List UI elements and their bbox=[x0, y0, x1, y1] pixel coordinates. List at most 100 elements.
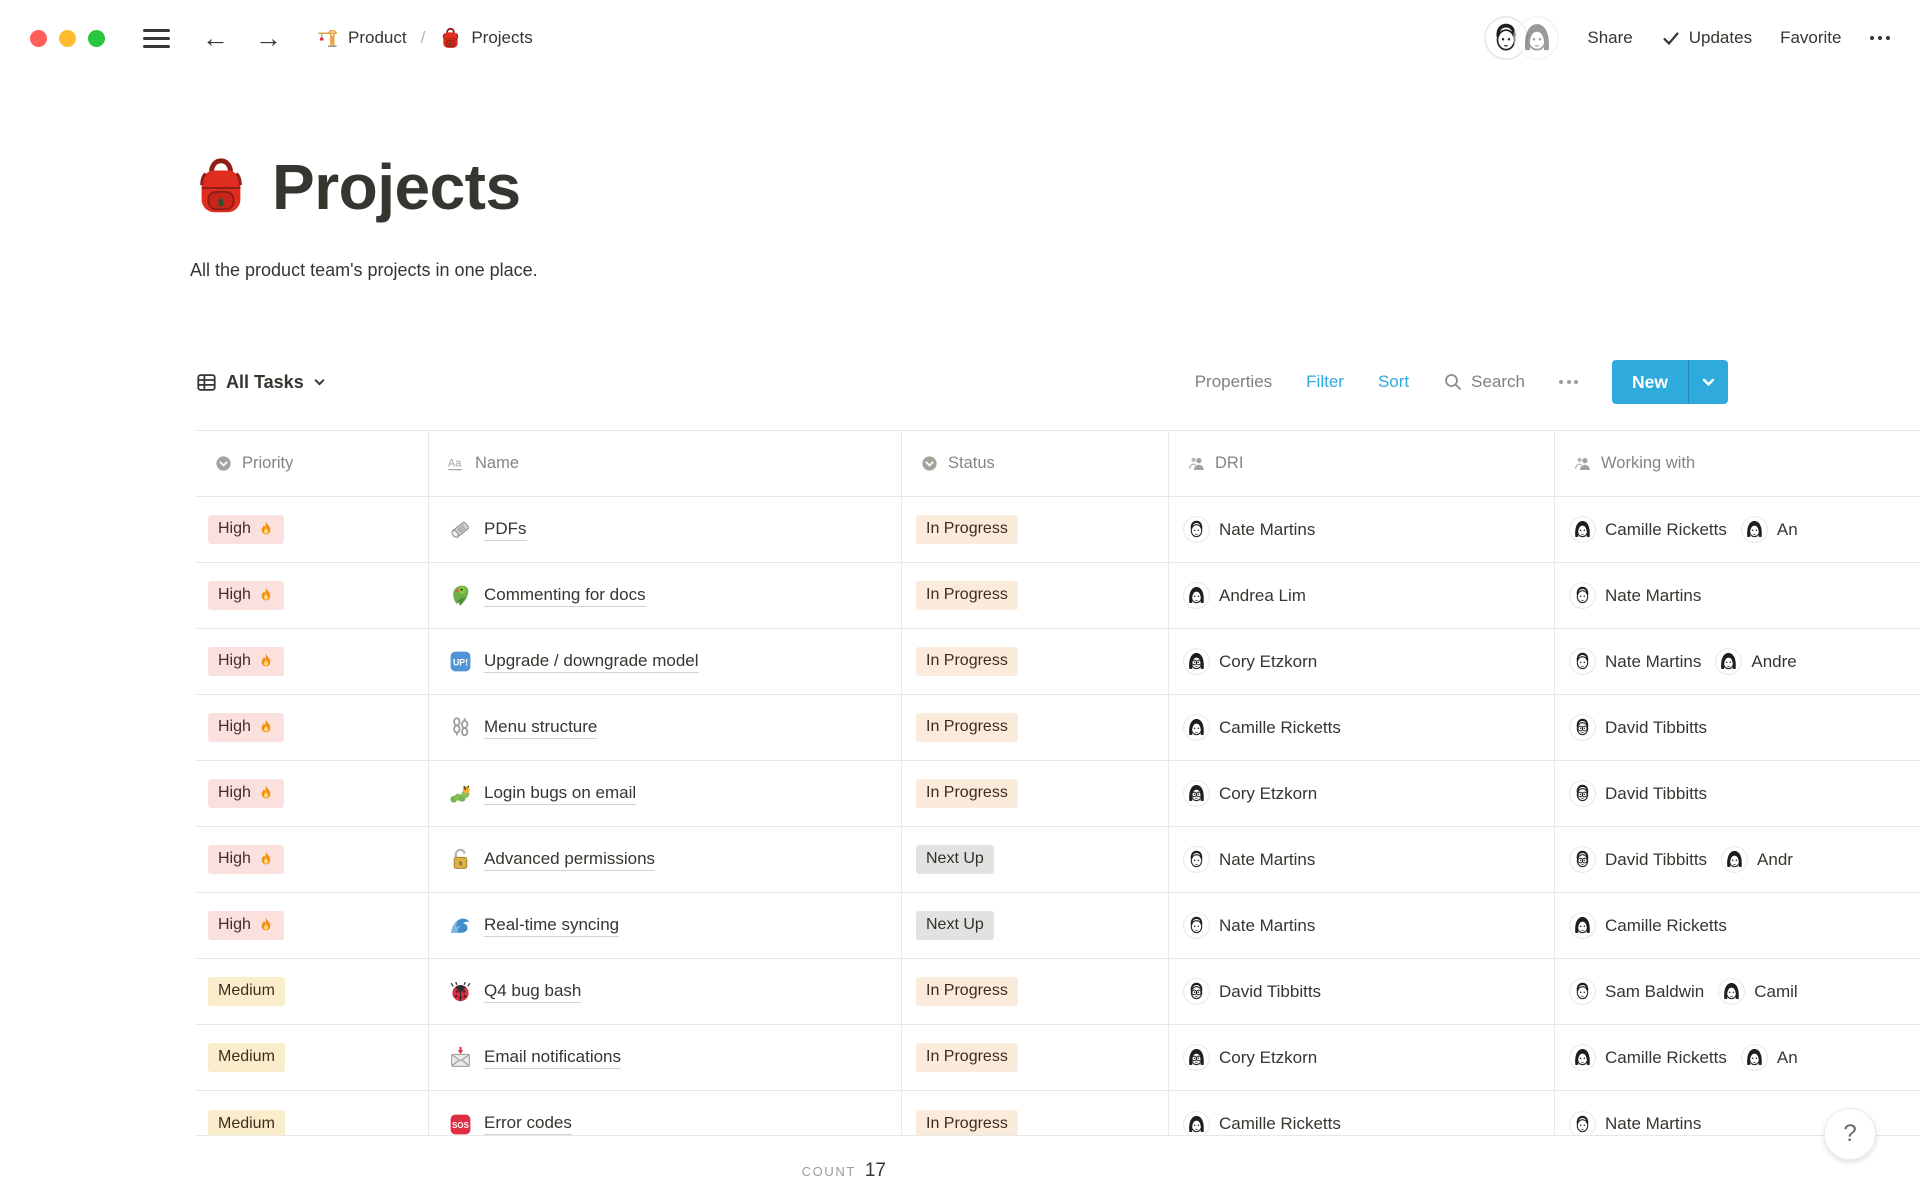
favorite-button[interactable]: Favorite bbox=[1780, 28, 1841, 48]
person-tag[interactable]: Camille Ricketts bbox=[1569, 1044, 1727, 1071]
person-tag[interactable]: Camil bbox=[1718, 978, 1797, 1005]
priority-cell[interactable]: High bbox=[196, 893, 429, 958]
name-cell[interactable]: SOSError codes bbox=[429, 1091, 902, 1135]
person-tag[interactable]: An bbox=[1741, 516, 1798, 543]
person-tag[interactable]: David Tibbitts bbox=[1183, 978, 1321, 1005]
priority-cell[interactable]: Medium bbox=[196, 959, 429, 1024]
page-description[interactable]: All the product team's projects in one p… bbox=[190, 258, 1920, 282]
person-tag[interactable]: Nate Martins bbox=[1183, 846, 1315, 873]
person-tag[interactable]: Andrea Lim bbox=[1183, 582, 1306, 609]
name-cell[interactable]: Email notifications bbox=[429, 1025, 902, 1090]
person-tag[interactable]: David Tibbitts bbox=[1569, 714, 1707, 741]
status-cell[interactable]: In Progress bbox=[902, 629, 1169, 694]
dri-cell[interactable]: Cory Etzkorn bbox=[1169, 761, 1555, 826]
status-cell[interactable]: In Progress bbox=[902, 761, 1169, 826]
help-button[interactable]: ? bbox=[1824, 1108, 1876, 1160]
person-tag[interactable]: David Tibbitts bbox=[1569, 780, 1707, 807]
person-tag[interactable]: Camille Ricketts bbox=[1569, 912, 1727, 939]
sort-button[interactable]: Sort bbox=[1378, 372, 1409, 392]
name-cell[interactable]: UP!Upgrade / downgrade model bbox=[429, 629, 902, 694]
working-with-cell[interactable]: David TibbittsAndr bbox=[1555, 827, 1920, 892]
status-cell[interactable]: Next Up bbox=[902, 893, 1169, 958]
chevron-down-icon[interactable] bbox=[1688, 360, 1728, 404]
status-cell[interactable]: In Progress bbox=[902, 959, 1169, 1024]
status-cell[interactable]: Next Up bbox=[902, 827, 1169, 892]
working-with-cell[interactable]: Sam Baldwin Camil bbox=[1555, 959, 1920, 1024]
person-tag[interactable]: Andre bbox=[1715, 648, 1796, 675]
filter-button[interactable]: Filter bbox=[1306, 372, 1344, 392]
person-tag[interactable]: Nate Martins bbox=[1569, 648, 1701, 675]
page-link[interactable]: Email notifications bbox=[484, 1047, 621, 1069]
priority-cell[interactable]: High bbox=[196, 563, 429, 628]
name-cell[interactable]: Real-time syncing bbox=[429, 893, 902, 958]
working-with-cell[interactable]: Camille Ricketts An bbox=[1555, 1025, 1920, 1090]
priority-cell[interactable]: High bbox=[196, 497, 429, 562]
person-tag[interactable]: Camille Ricketts bbox=[1569, 516, 1727, 543]
column-header-working[interactable]: Working with bbox=[1555, 431, 1920, 496]
new-button-label[interactable]: New bbox=[1612, 360, 1688, 404]
priority-cell[interactable]: High bbox=[196, 629, 429, 694]
priority-cell[interactable]: High bbox=[196, 695, 429, 760]
page-link[interactable]: Menu structure bbox=[484, 717, 597, 739]
page-link[interactable]: Commenting for docs bbox=[484, 585, 646, 607]
priority-cell[interactable]: Medium bbox=[196, 1091, 429, 1135]
person-tag[interactable]: Camille Ricketts bbox=[1183, 1111, 1341, 1136]
person-tag[interactable]: Nate Martins bbox=[1569, 582, 1701, 609]
back-arrow-icon[interactable]: ← bbox=[202, 25, 229, 52]
page-title[interactable]: Projects bbox=[272, 150, 521, 224]
priority-cell[interactable]: High bbox=[196, 761, 429, 826]
page-link[interactable]: Advanced permissions bbox=[484, 849, 655, 871]
page-link[interactable]: Q4 bug bash bbox=[484, 981, 581, 1003]
dri-cell[interactable]: Cory Etzkorn bbox=[1169, 1025, 1555, 1090]
zoom-window-button[interactable] bbox=[88, 30, 105, 47]
person-tag[interactable]: An bbox=[1741, 1044, 1798, 1071]
page-link[interactable]: Upgrade / downgrade model bbox=[484, 651, 699, 673]
person-tag[interactable]: Nate Martins bbox=[1183, 912, 1315, 939]
status-cell[interactable]: In Progress bbox=[902, 497, 1169, 562]
status-cell[interactable]: In Progress bbox=[902, 1025, 1169, 1090]
person-tag[interactable]: Camille Ricketts bbox=[1183, 714, 1341, 741]
column-header-dri[interactable]: DRI bbox=[1169, 431, 1555, 496]
name-cell[interactable]: Menu structure bbox=[429, 695, 902, 760]
person-tag[interactable]: Cory Etzkorn bbox=[1183, 780, 1317, 807]
page-link[interactable]: PDFs bbox=[484, 519, 527, 541]
person-tag[interactable]: Nate Martins bbox=[1569, 1111, 1701, 1136]
working-with-cell[interactable]: Nate Martins bbox=[1555, 563, 1920, 628]
status-cell[interactable]: In Progress bbox=[902, 1091, 1169, 1135]
person-tag[interactable]: Andr bbox=[1721, 846, 1793, 873]
column-header-priority[interactable]: Priority bbox=[196, 431, 429, 496]
column-header-name[interactable]: AaName bbox=[429, 431, 902, 496]
share-button[interactable]: Share bbox=[1587, 28, 1632, 48]
properties-button[interactable]: Properties bbox=[1195, 372, 1272, 392]
priority-cell[interactable]: Medium bbox=[196, 1025, 429, 1090]
name-cell[interactable]: Q4 bug bash bbox=[429, 959, 902, 1024]
working-with-cell[interactable]: Camille Ricketts bbox=[1555, 893, 1920, 958]
dri-cell[interactable]: David Tibbitts bbox=[1169, 959, 1555, 1024]
sidebar-menu-icon[interactable] bbox=[143, 29, 170, 48]
name-cell[interactable]: PDFs bbox=[429, 497, 902, 562]
minimize-window-button[interactable] bbox=[59, 30, 76, 47]
dri-cell[interactable]: Camille Ricketts bbox=[1169, 1091, 1555, 1135]
view-more-options-icon[interactable] bbox=[1559, 380, 1578, 384]
breadcrumb-item-product[interactable]: Product bbox=[316, 27, 407, 50]
working-with-cell[interactable]: David Tibbitts bbox=[1555, 761, 1920, 826]
status-cell[interactable]: In Progress bbox=[902, 695, 1169, 760]
new-button[interactable]: New bbox=[1612, 360, 1728, 404]
working-with-cell[interactable]: Camille Ricketts An bbox=[1555, 497, 1920, 562]
search-button[interactable]: Search bbox=[1443, 372, 1525, 392]
dri-cell[interactable]: Nate Martins bbox=[1169, 893, 1555, 958]
breadcrumb-item-projects[interactable]: Projects bbox=[439, 27, 532, 50]
working-with-cell[interactable]: David Tibbitts bbox=[1555, 695, 1920, 760]
view-switcher[interactable]: All Tasks bbox=[196, 372, 326, 393]
person-tag[interactable]: Sam Baldwin bbox=[1569, 978, 1704, 1005]
working-with-cell[interactable]: Nate Martins Andre bbox=[1555, 629, 1920, 694]
status-cell[interactable]: In Progress bbox=[902, 563, 1169, 628]
page-link[interactable]: Error codes bbox=[484, 1113, 572, 1135]
name-cell[interactable]: Login bugs on email bbox=[429, 761, 902, 826]
page-link[interactable]: Real-time syncing bbox=[484, 915, 619, 937]
priority-cell[interactable]: High bbox=[196, 827, 429, 892]
count-calculation[interactable]: COUNT 17 bbox=[429, 1136, 902, 1200]
dri-cell[interactable]: Nate Martins bbox=[1169, 497, 1555, 562]
dri-cell[interactable]: Nate Martins bbox=[1169, 827, 1555, 892]
close-window-button[interactable] bbox=[30, 30, 47, 47]
